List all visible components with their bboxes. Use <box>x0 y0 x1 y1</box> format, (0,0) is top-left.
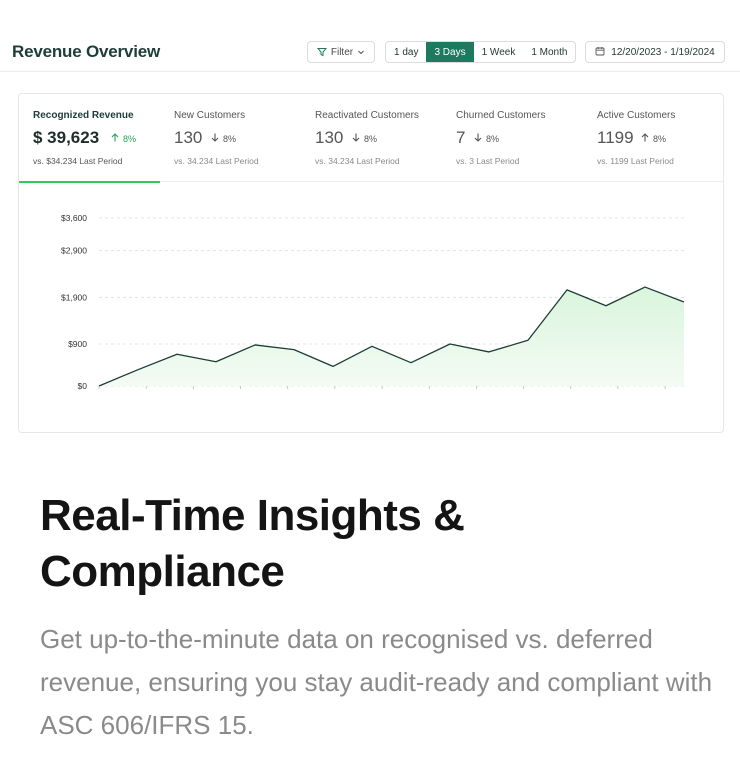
metric-tabs: Recognized Revenue $ 39,623 8% vs. $34.2… <box>19 94 723 183</box>
y-tick-label: $2,900 <box>61 246 87 256</box>
arrow-up-icon <box>641 133 649 144</box>
filter-icon <box>316 47 327 57</box>
metric-change-value: 8% <box>223 133 237 144</box>
metric-new-customers[interactable]: New Customers 130 8% vs. 34.234 Last Per… <box>160 94 301 182</box>
y-tick-label: $1,900 <box>61 292 87 302</box>
metric-churned-customers[interactable]: Churned Customers 7 8% vs. 3 Last Period <box>442 94 583 182</box>
metric-previous: vs. $34.234 Last Period <box>33 156 123 166</box>
filter-button[interactable]: Filter <box>307 41 375 63</box>
page: Revenue Overview Filter 1 day 3 Days 1 W… <box>0 0 740 770</box>
metric-label: Churned Customers <box>456 110 546 121</box>
y-tick-label: $0 <box>78 381 88 391</box>
metric-value: 130 <box>174 128 203 147</box>
metric-change: 8% <box>352 133 377 144</box>
calendar-icon <box>595 46 605 59</box>
date-range-label: 12/20/2023 - 1/19/2024 <box>611 46 715 58</box>
arrow-down-icon <box>211 133 219 144</box>
metric-label: Active Customers <box>597 110 676 121</box>
metric-label: Reactivated Customers <box>315 110 419 121</box>
range-3-days[interactable]: 3 Days <box>426 42 474 62</box>
range-1-week[interactable]: 1 Week <box>474 42 524 62</box>
metric-recognized-revenue[interactable]: Recognized Revenue $ 39,623 8% vs. $34.2… <box>19 94 160 183</box>
metric-change-value: 8% <box>364 133 378 144</box>
metric-previous: vs. 3 Last Period <box>456 156 520 166</box>
metric-change-value: 8% <box>123 133 137 144</box>
metric-reactivated-customers[interactable]: Reactivated Customers 130 8% vs. 34.234 … <box>301 94 442 182</box>
metric-previous: vs. 1199 Last Period <box>597 156 674 166</box>
metric-change: 8% <box>641 133 666 144</box>
date-range-picker[interactable]: 12/20/2023 - 1/19/2024 <box>585 41 725 63</box>
metric-value: 130 <box>315 128 344 147</box>
metric-change-value: 8% <box>653 133 667 144</box>
page-title: Revenue Overview <box>12 42 160 61</box>
arrow-up-icon <box>111 133 119 144</box>
metric-change: 8% <box>111 133 136 144</box>
metric-value: $ 39,623 <box>33 128 100 147</box>
y-tick-label: $3,600 <box>61 213 87 223</box>
dashboard-header: Revenue Overview Filter 1 day 3 Days 1 W… <box>0 0 740 72</box>
hero-body: Get up-to-the-minute data on recognised … <box>40 624 713 740</box>
range-1-day[interactable]: 1 day <box>386 42 426 62</box>
time-range-selector: 1 day 3 Days 1 Week 1 Month <box>385 41 577 63</box>
metric-previous: vs. 34.234 Last Period <box>315 156 400 166</box>
y-tick-label: $900 <box>68 339 87 349</box>
metric-value: 7 <box>456 128 466 147</box>
metric-label: Recognized Revenue <box>33 110 134 121</box>
metric-value: 1199 <box>597 128 634 147</box>
filter-label: Filter <box>330 46 354 58</box>
arrow-down-icon <box>474 133 482 144</box>
arrow-down-icon <box>352 133 360 144</box>
chevron-down-icon <box>357 48 365 56</box>
revenue-card: Recognized Revenue $ 39,623 8% vs. $34.2… <box>18 93 724 433</box>
hero-headline: Real-Time Insights & Compliance <box>40 491 465 596</box>
metric-previous: vs. 34.234 Last Period <box>174 156 259 166</box>
revenue-chart: $3,600 $2,900 $1,900 $900 $0 <box>19 182 723 432</box>
revenue-chart-svg: $3,600 $2,900 $1,900 $900 $0 <box>61 213 685 391</box>
metric-change-value: 8% <box>486 133 500 144</box>
metric-label: New Customers <box>174 110 246 121</box>
range-1-month[interactable]: 1 Month <box>523 42 575 62</box>
metric-change: 8% <box>211 133 236 144</box>
metric-active-customers[interactable]: Active Customers 1199 8% vs. 1199 Last P… <box>583 94 723 182</box>
metric-change: 8% <box>474 133 499 144</box>
